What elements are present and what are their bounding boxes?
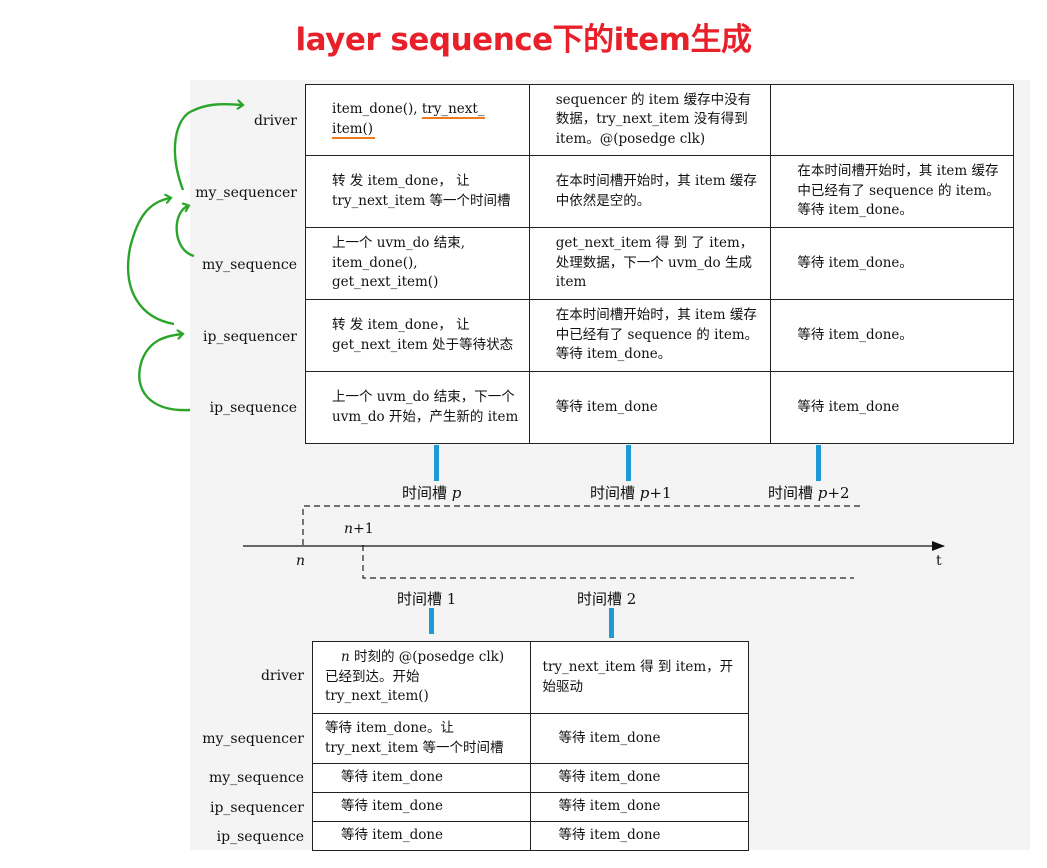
bottom-cell-driver-2: try_next_item 得 到 item，开始驱动 (529, 641, 750, 714)
arrow-ip-sequencer-to-my-sequencer (126, 198, 175, 326)
bottom-cell-my-sequencer-2: 等待 item_done (529, 713, 750, 764)
bottom-cell-my-sequence-2: 等待 item_done (529, 763, 750, 793)
dashed-slot-1-boundary (362, 545, 854, 579)
bottom-row-label-ip-sequence: ip_sequence (216, 829, 304, 845)
arrow-ip-sequence-to-ip-sequencer (138, 334, 191, 412)
bottom-cell-my-sequence-1: 等待 item_done (312, 763, 531, 793)
slot-1-tick (429, 608, 434, 634)
slot-2-label: 时间槽 2 (577, 590, 637, 608)
arrow-my-sequence-to-my-sequencer (175, 206, 195, 258)
dashed-slot-p-boundary (302, 505, 864, 545)
bottom-cell-driver-1: n 时刻的 @(posedge clk) 已经到达。开始 try_next_it… (312, 641, 531, 714)
bottom-row-label-ip-sequencer: ip_sequencer (209, 800, 304, 816)
bottom-sequence-table: n 时刻的 @(posedge clk) 已经到达。开始 try_next_it… (312, 641, 750, 851)
slot-1-label: 时间槽 1 (397, 590, 457, 608)
timeline-n1-label: n+1 (344, 521, 374, 537)
bottom-cell-my-sequencer-1: 等待 item_done。让 try_next_item 等一个时间槽 (312, 713, 531, 764)
bottom-cell-ip-sequencer-2: 等待 item_done (529, 792, 750, 822)
bottom-row-label-my-sequence: my_sequence (208, 770, 304, 786)
bottom-row-label-driver: driver (260, 668, 304, 684)
slot-2-tick (609, 608, 614, 638)
arrow-my-sequencer-to-driver (173, 104, 242, 191)
bottom-cell-ip-sequence-2: 等待 item_done (529, 821, 750, 851)
timeline-n-label: n (296, 553, 306, 569)
timeline-t-label: t (936, 553, 942, 569)
bottom-cell-ip-sequence-1: 等待 item_done (312, 821, 531, 851)
bottom-row-label-my-sequencer: my_sequencer (202, 731, 304, 747)
bottom-cell-ip-sequencer-1: 等待 item_done (312, 792, 531, 822)
